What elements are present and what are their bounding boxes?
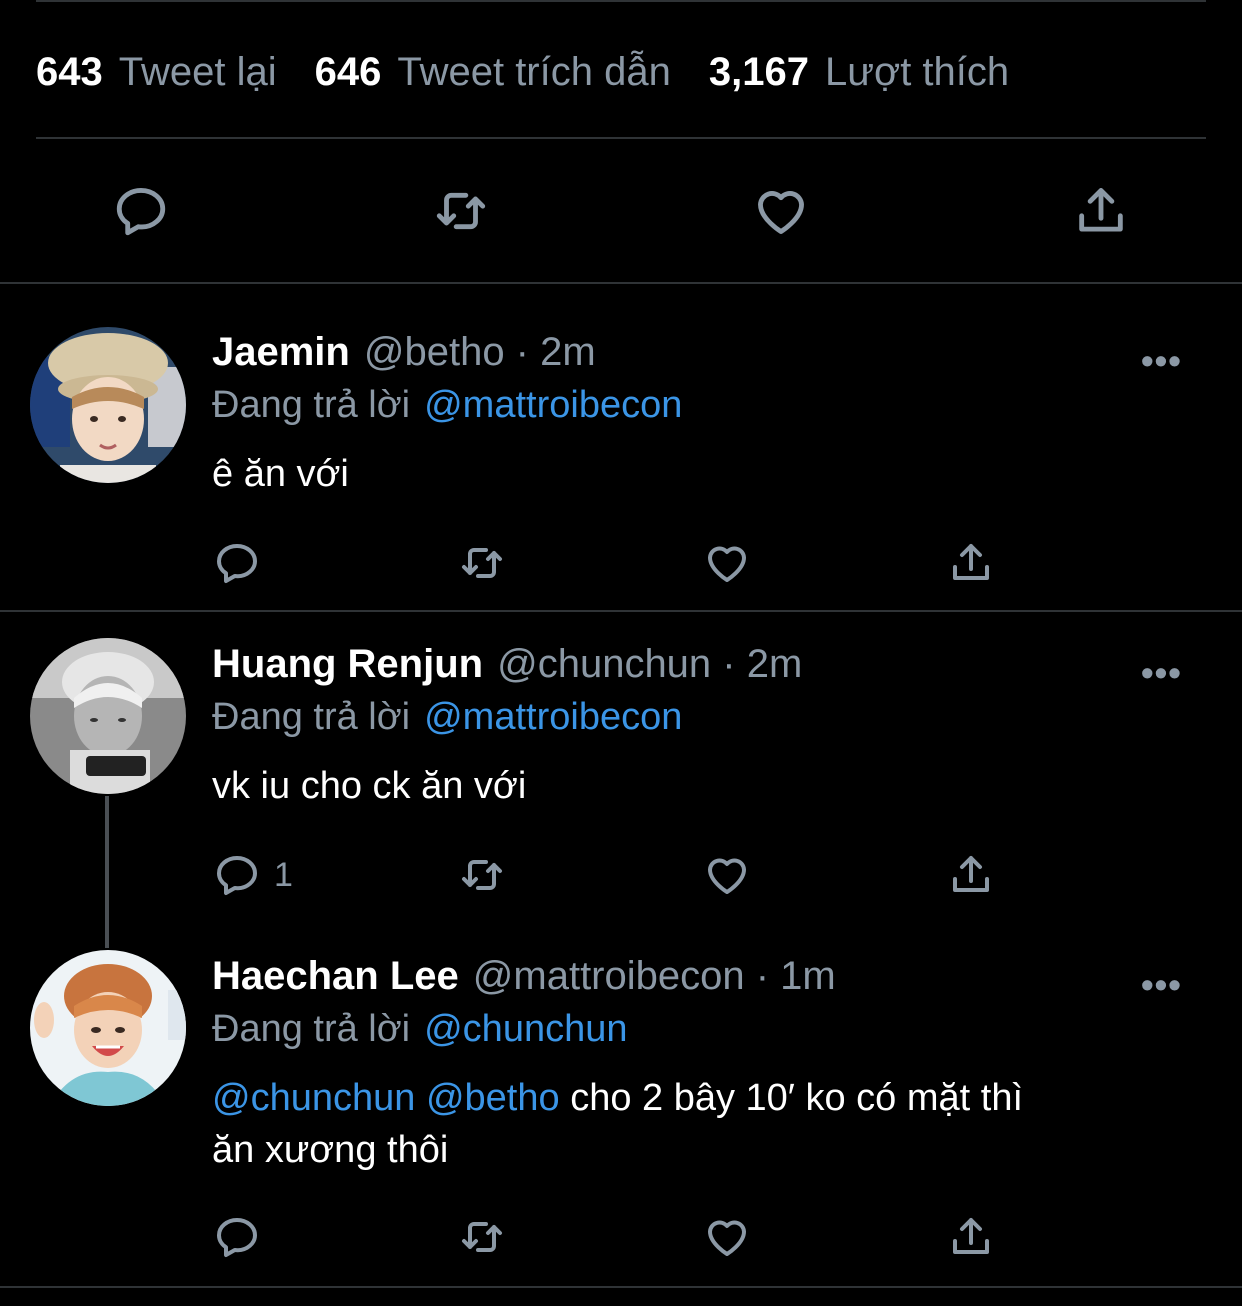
tweet-stats: 643 Tweet lại 646 Tweet trích dẫn 3,167 … xyxy=(36,44,1047,100)
avatar-renjun[interactable] xyxy=(30,638,186,794)
share-icon[interactable] xyxy=(946,1214,996,1260)
replying-handle[interactable]: @mattroibecon xyxy=(424,384,682,426)
likes-count: 3,167 xyxy=(708,49,809,94)
display-name[interactable]: Jaemin xyxy=(212,330,350,375)
reply-count: 1 xyxy=(274,856,293,894)
like-icon[interactable] xyxy=(702,1214,752,1260)
quotes-label: Tweet trích dẫn xyxy=(397,49,671,94)
reply2-text: vk iu cho ck ăn với xyxy=(212,765,527,807)
avatar-haechan[interactable] xyxy=(30,950,186,1106)
reply1-header: Jaemin @betho · 2m xyxy=(212,330,596,375)
retweets-count: 643 xyxy=(36,49,103,94)
reply-icon[interactable] xyxy=(212,540,262,586)
share-icon[interactable] xyxy=(946,540,996,586)
quotes-count: 646 xyxy=(314,49,382,94)
replying-label: Đang trả lời xyxy=(212,384,411,426)
retweets-label: Tweet lại xyxy=(118,49,277,94)
retweet-icon[interactable] xyxy=(454,540,510,586)
thread-line xyxy=(105,796,109,948)
more-options-icon[interactable]: ••• xyxy=(1141,340,1182,382)
bottom-divider xyxy=(0,1286,1242,1288)
quotes-stat[interactable]: 646 Tweet trích dẫn xyxy=(315,50,671,95)
retweet-icon[interactable] xyxy=(454,852,510,898)
mention-link[interactable]: @chunchun xyxy=(212,1077,415,1119)
replying-to: Đang trả lời @mattroibecon xyxy=(212,384,682,427)
retweet-icon[interactable] xyxy=(454,1214,510,1260)
replying-to: Đang trả lời @mattroibecon xyxy=(212,696,682,739)
action-divider xyxy=(0,282,1242,284)
like-icon[interactable] xyxy=(702,540,752,586)
reply-divider xyxy=(0,610,1242,612)
replying-label: Đang trả lời xyxy=(212,1008,411,1050)
reply3-text-line2: ăn xương thôi xyxy=(212,1129,449,1171)
reply3-header: Haechan Lee @mattroibecon · 1m xyxy=(212,954,836,999)
replying-label: Đang trả lời xyxy=(212,696,411,738)
reply-icon[interactable] xyxy=(110,180,172,242)
share-icon[interactable] xyxy=(946,852,996,898)
reply3-text-body: cho 2 bây 10′ ko có mặt thì xyxy=(570,1077,1024,1119)
avatar-jaemin[interactable] xyxy=(30,327,186,483)
like-icon[interactable] xyxy=(702,852,752,898)
top-divider xyxy=(36,0,1206,2)
more-options-icon[interactable]: ••• xyxy=(1141,652,1182,694)
replying-handle[interactable]: @chunchun xyxy=(424,1008,627,1050)
handle-time[interactable]: @betho · 2m xyxy=(364,330,596,375)
reply2-header: Huang Renjun @chunchun · 2m xyxy=(212,642,802,687)
mention-link[interactable]: @betho xyxy=(426,1077,560,1119)
reply3-text-line1: @chunchun @betho cho 2 bây 10′ ko có mặt… xyxy=(212,1072,1202,1124)
likes-label: Lượt thích xyxy=(824,49,1010,94)
share-icon[interactable] xyxy=(1070,180,1132,242)
display-name[interactable]: Huang Renjun xyxy=(212,642,483,687)
like-icon[interactable] xyxy=(750,180,812,242)
retweets-stat[interactable]: 643 Tweet lại xyxy=(36,50,277,95)
reply1-text: ê ăn với xyxy=(212,453,349,495)
display-name[interactable]: Haechan Lee xyxy=(212,954,459,999)
more-options-icon[interactable]: ••• xyxy=(1141,964,1182,1006)
reply-icon[interactable] xyxy=(212,852,262,898)
reply3-text: @chunchun @betho cho 2 bây 10′ ko có mặt… xyxy=(212,1072,1202,1176)
handle-time[interactable]: @chunchun · 2m xyxy=(497,642,802,687)
stats-divider xyxy=(36,137,1206,139)
replying-handle[interactable]: @mattroibecon xyxy=(424,696,682,738)
likes-stat[interactable]: 3,167 Lượt thích xyxy=(709,50,1009,95)
reply-icon[interactable] xyxy=(212,1214,262,1260)
retweet-icon[interactable] xyxy=(428,180,494,242)
replying-to: Đang trả lời @chunchun xyxy=(212,1008,628,1051)
handle-time[interactable]: @mattroibecon · 1m xyxy=(473,954,836,999)
